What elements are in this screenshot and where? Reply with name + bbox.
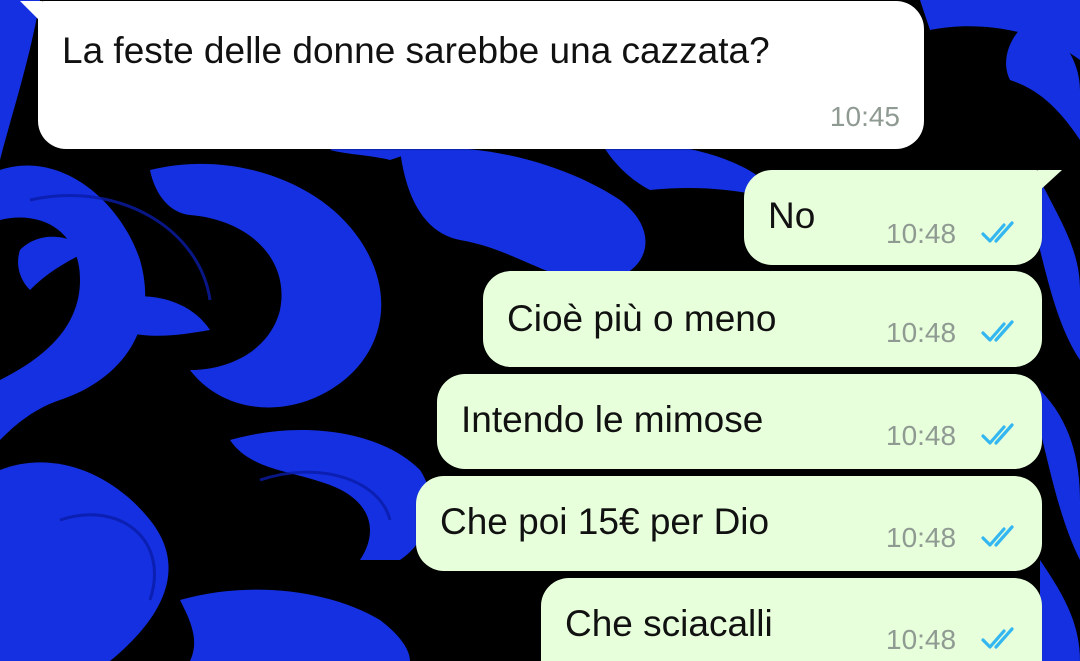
incoming-message-bubble[interactable]: La feste delle donne sarebbe una cazzata… (38, 1, 924, 149)
read-double-check-icon (981, 320, 1014, 342)
outgoing-bubble-tail (1038, 170, 1062, 192)
message-timestamp: 10:48 (886, 317, 957, 348)
message-timestamp: 10:48 (886, 218, 957, 249)
read-double-check-icon (981, 221, 1014, 243)
incoming-bubble-tail (20, 1, 42, 23)
message-text: La feste delle donne sarebbe una cazzata… (62, 30, 770, 71)
read-double-check-icon (981, 525, 1014, 547)
message-timestamp: 10:48 (886, 420, 957, 451)
message-text: Che sciacalli (565, 603, 773, 644)
outgoing-message-bubble[interactable]: Intendo le mimose 10:48 (437, 374, 1042, 469)
message-text: Cioè più o meno (507, 298, 777, 339)
message-text: Intendo le mimose (461, 399, 764, 440)
read-double-check-icon (981, 627, 1014, 649)
message-timestamp: 10:45 (829, 101, 900, 132)
message-timestamp: 10:48 (886, 522, 957, 553)
read-double-check-icon (981, 423, 1014, 445)
outgoing-message-bubble[interactable]: Cioè più o meno 10:48 (483, 271, 1042, 367)
message-timestamp: 10:48 (886, 624, 957, 655)
outgoing-message-bubble[interactable]: No 10:48 (744, 170, 1042, 265)
message-text: No (768, 195, 816, 236)
message-text: Che poi 15€ per Dio (440, 501, 770, 542)
outgoing-message-bubble[interactable]: Che sciacalli 10:48 (541, 578, 1042, 661)
outgoing-message-bubble[interactable]: Che poi 15€ per Dio 10:48 (416, 476, 1042, 571)
